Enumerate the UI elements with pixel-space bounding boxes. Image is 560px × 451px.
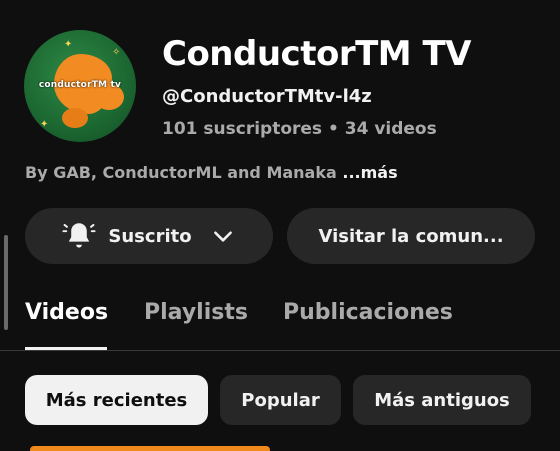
description-text: By GAB, ConductorML and Manaka: [25, 163, 337, 182]
channel-stats: 101 suscriptores • 34 videos: [162, 119, 437, 139]
visit-community-label: Visitar la comun...: [318, 225, 504, 247]
tab-playlists[interactable]: Playlists: [144, 295, 248, 331]
avatar-orange-shape: [62, 108, 88, 128]
avatar-logo-text: conductorTM tv: [38, 80, 122, 90]
visit-community-button[interactable]: Visitar la comun...: [287, 208, 535, 264]
chevron-down-icon: [213, 231, 232, 242]
video-thumbnail-peek[interactable]: [30, 446, 270, 451]
channel-avatar[interactable]: ✦ ✦ ✧ conductorTM tv: [24, 30, 136, 142]
scroll-indicator[interactable]: [4, 235, 8, 330]
chip-popular[interactable]: Popular: [220, 375, 341, 425]
tab-videos[interactable]: Videos: [25, 295, 108, 331]
chip-mas-antiguos[interactable]: Más antiguos: [353, 375, 531, 425]
bell-icon: [62, 223, 96, 248]
channel-handle: @ConductorTMtv-l4z: [162, 86, 372, 107]
tab-publicaciones[interactable]: Publicaciones: [283, 295, 453, 331]
subscribed-button[interactable]: Suscrito: [25, 208, 273, 264]
channel-title: ConductorTM TV: [162, 34, 471, 74]
sparkle-icon: ✦: [64, 39, 73, 50]
chip-mas-recientes[interactable]: Más recientes: [25, 375, 208, 425]
sparkle-icon: ✦: [40, 119, 49, 130]
channel-page: ✦ ✦ ✧ conductorTM tv ConductorTM TV @Con…: [0, 0, 560, 451]
subscribed-label: Suscrito: [108, 225, 192, 247]
tabs-divider: [0, 350, 560, 351]
description-more-link[interactable]: ...más: [342, 163, 397, 182]
channel-description[interactable]: By GAB, ConductorML and Manaka ...más: [25, 160, 398, 186]
sparkle-icon: ✧: [112, 47, 121, 58]
